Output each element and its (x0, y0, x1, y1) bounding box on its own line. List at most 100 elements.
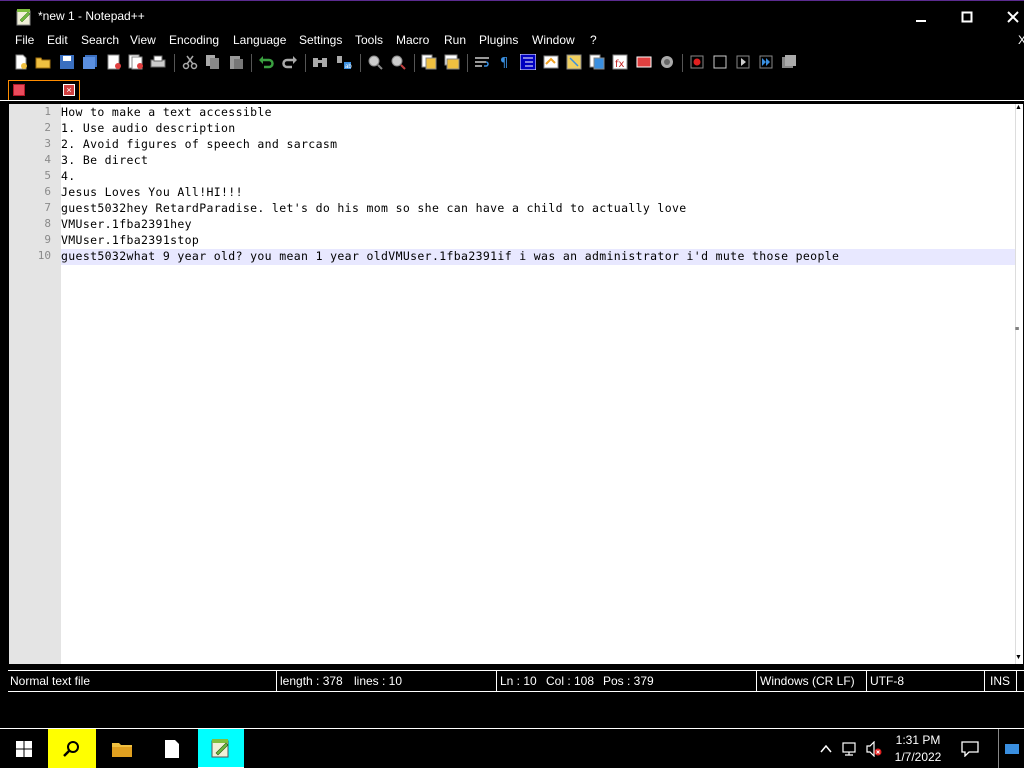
monitoring-icon[interactable] (659, 54, 675, 70)
run-macro-multiple-icon[interactable] (758, 54, 774, 70)
svg-text:¶: ¶ (500, 56, 508, 70)
find-icon[interactable] (312, 54, 328, 70)
cut-icon[interactable] (182, 54, 198, 70)
show-all-chars-icon[interactable]: ¶ (497, 54, 513, 70)
print-icon[interactable] (150, 54, 166, 70)
menu-language[interactable]: Language (233, 33, 286, 47)
menu-encoding[interactable]: Encoding (169, 33, 219, 47)
search-button[interactable] (48, 729, 96, 768)
editor-line[interactable]: guest5032what 9 year old? you mean 1 yea… (61, 249, 839, 263)
copy-icon[interactable] (205, 54, 221, 70)
save-macro-icon[interactable] (781, 54, 797, 70)
status-line-number: Ln : 10 (500, 674, 537, 688)
close-window-button[interactable] (990, 1, 1024, 33)
tab-bar: × (0, 77, 1024, 101)
editor-line[interactable]: guest5032hey RetardParadise. let's do hi… (61, 201, 687, 215)
line-number: 7 (44, 201, 51, 214)
menu-tools[interactable]: Tools (355, 33, 383, 47)
notepadpp-task-active[interactable] (198, 729, 244, 768)
line-number: 10 (37, 249, 51, 262)
undo-icon[interactable] (258, 54, 274, 70)
paste-icon[interactable] (228, 54, 244, 70)
menu-bar: File Edit Search View Encoding Language … (0, 32, 1024, 50)
save-all-icon[interactable] (82, 54, 98, 70)
function-list-icon[interactable] (589, 54, 605, 70)
tab-close-button[interactable]: × (63, 84, 75, 96)
menu-view[interactable]: View (130, 33, 156, 47)
menu-settings[interactable]: Settings (299, 33, 342, 47)
volume-tray-button[interactable] (862, 729, 886, 768)
menu-edit[interactable]: Edit (47, 33, 68, 47)
sync-vertical-icon[interactable] (421, 54, 437, 70)
editor-line[interactable]: 3. Be direct (61, 153, 148, 167)
notepadpp-icon (211, 739, 229, 758)
text-area[interactable]: How to make a text accessible 1. Use audi… (61, 104, 1016, 664)
redo-icon[interactable] (282, 54, 298, 70)
notepad-task[interactable] (148, 729, 196, 768)
folder-workspace-icon[interactable]: fx (612, 54, 628, 70)
document-tab[interactable]: × (8, 80, 80, 100)
editor-line[interactable]: 2. Avoid figures of speech and sarcasm (61, 137, 337, 151)
status-insert-mode: INS (990, 674, 1011, 688)
doc-map-icon[interactable] (566, 54, 582, 70)
line-number: 6 (44, 185, 51, 198)
network-tray-button[interactable] (838, 729, 862, 768)
show-desktop-button[interactable] (998, 729, 1024, 768)
menu-search[interactable]: Search (81, 33, 119, 47)
editor-line[interactable]: 4. (61, 169, 76, 183)
zoom-in-icon[interactable] (367, 54, 383, 70)
vertical-scrollbar[interactable]: ▲ ≡ ▼ (1015, 104, 1023, 664)
scroll-thumb-grip-icon[interactable]: ≡ (1015, 326, 1023, 336)
new-icon[interactable] (13, 54, 29, 70)
editor-line[interactable]: VMUser.1fba2391stop (61, 233, 199, 247)
play-macro-icon[interactable] (735, 54, 751, 70)
notepadpp-app-icon (16, 9, 31, 26)
minimize-button[interactable] (898, 1, 944, 33)
folder-as-workspace-icon[interactable] (636, 54, 652, 70)
line-number-gutter: 1 2 3 4 5 6 7 8 9 10 (9, 104, 61, 664)
menu-file[interactable]: File (15, 33, 34, 47)
menu-plugins[interactable]: Plugins (479, 33, 518, 47)
folder-icon (112, 743, 132, 757)
editor-line[interactable]: How to make a text accessible (61, 105, 272, 119)
editor-line[interactable]: 1. Use audio description (61, 121, 236, 135)
search-icon (63, 741, 79, 757)
status-eol: Windows (CR LF) (760, 674, 855, 688)
editor-line[interactable]: Jesus Loves You All!HI!!! (61, 185, 243, 199)
word-wrap-icon[interactable] (474, 54, 490, 70)
close-all-icon[interactable] (128, 54, 144, 70)
sync-horizontal-icon[interactable] (444, 54, 460, 70)
menu-macro[interactable]: Macro (396, 33, 429, 47)
menu-run[interactable]: Run (444, 33, 466, 47)
status-file-type: Normal text file (10, 674, 91, 688)
close-document-x[interactable]: X (1018, 33, 1024, 47)
editor-line[interactable]: VMUser.1fba2391hey (61, 217, 192, 231)
action-center-button[interactable] (952, 729, 988, 768)
indent-guide-icon[interactable] (520, 54, 536, 70)
status-column: Col : 108 (546, 674, 595, 688)
menu-help[interactable]: ? (590, 33, 597, 47)
file-explorer-task[interactable] (98, 729, 146, 768)
scroll-up-arrow-icon[interactable]: ▲ (1015, 104, 1023, 114)
scroll-down-arrow-icon[interactable]: ▼ (1015, 654, 1023, 664)
status-length: length : 378 (280, 674, 343, 688)
save-icon[interactable] (59, 54, 75, 70)
line-number: 4 (44, 153, 51, 166)
menu-window[interactable]: Window (532, 33, 575, 47)
minimize-icon (916, 20, 926, 22)
show-hidden-icons-button[interactable] (814, 729, 838, 768)
stop-record-icon[interactable] (712, 54, 728, 70)
chevron-up-icon (820, 745, 832, 753)
close-file-icon[interactable] (106, 54, 122, 70)
record-macro-icon[interactable] (689, 54, 705, 70)
zoom-out-icon[interactable] (390, 54, 406, 70)
clock-time[interactable]: 1:31 PM (890, 733, 946, 747)
status-lines: lines : 10 (354, 674, 403, 688)
maximize-button[interactable] (944, 1, 990, 33)
clock-date[interactable]: 1/7/2022 (890, 750, 946, 764)
start-button[interactable] (0, 729, 48, 768)
replace-icon[interactable]: ab (336, 54, 352, 70)
udl-icon[interactable] (543, 54, 559, 70)
editor-area[interactable]: 1 2 3 4 5 6 7 8 9 10 How to make a text accessibl… (8, 103, 1024, 665)
open-icon[interactable] (35, 54, 51, 70)
